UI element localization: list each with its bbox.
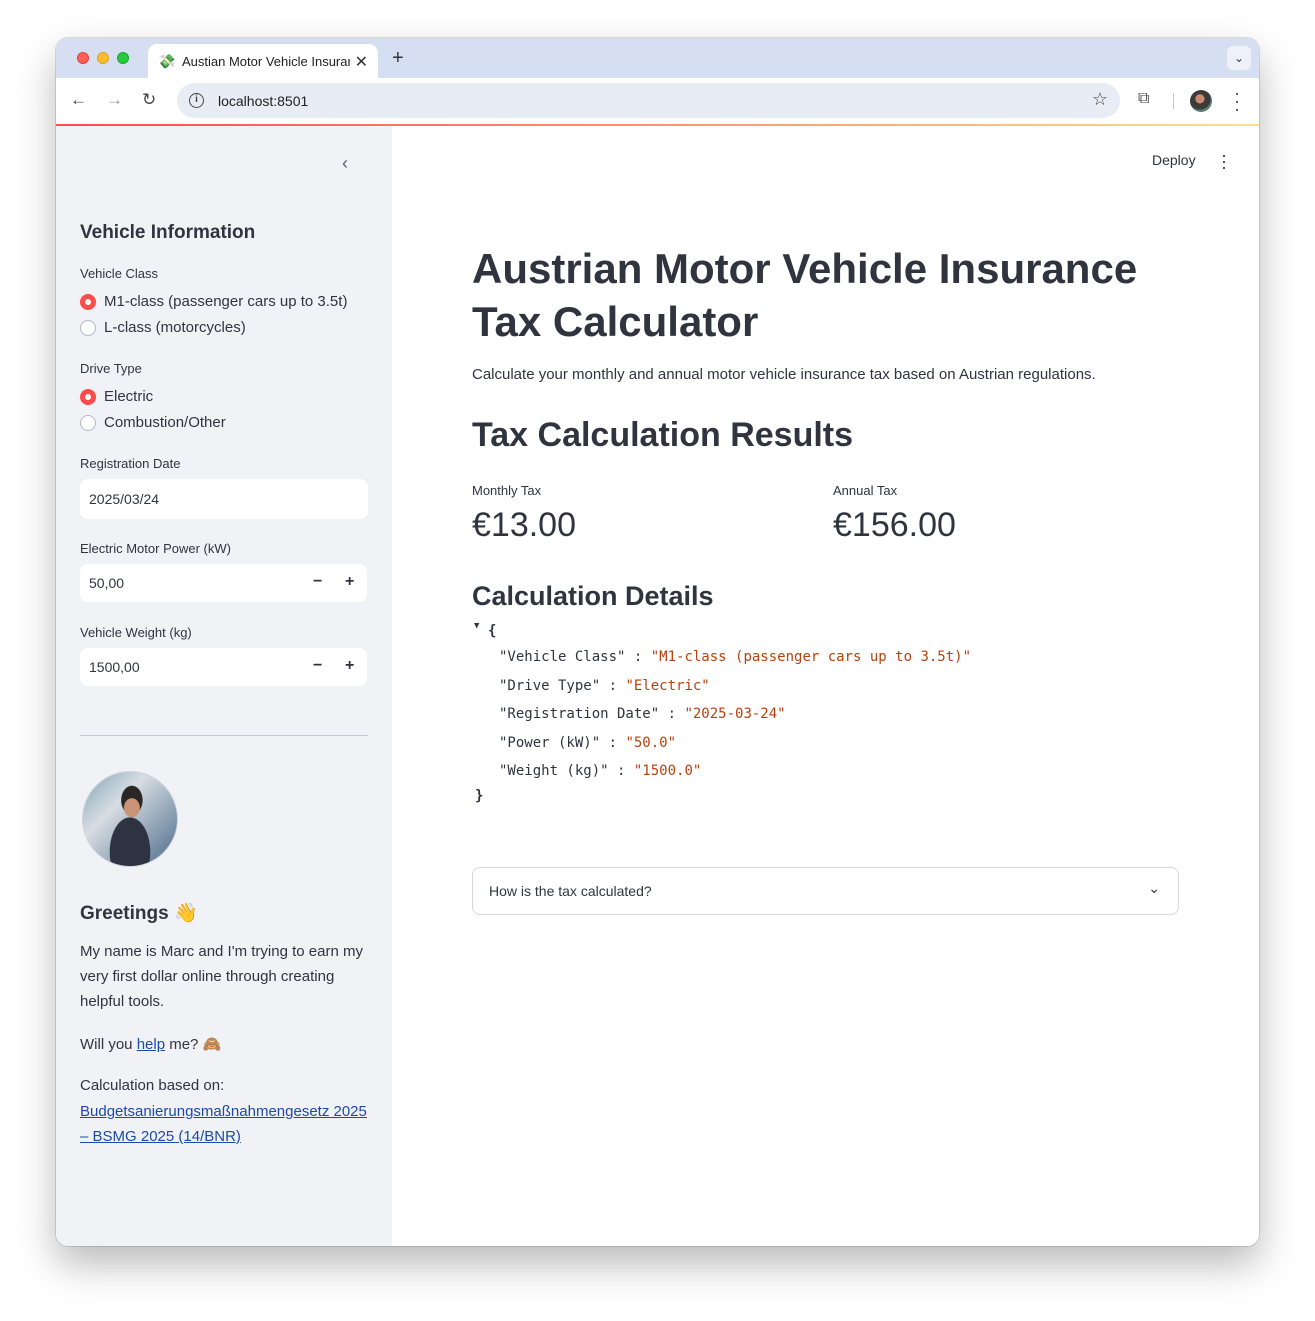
expander-label: How is the tax calculated? <box>489 883 652 899</box>
source-link[interactable]: Budgetsanierungsmaßnahmengesetz 2025 – B… <box>80 1103 367 1145</box>
chevron-down-icon[interactable]: ⌄ <box>1148 880 1160 897</box>
weight-input[interactable]: 1500,00 − + <box>80 648 367 686</box>
browser-window: 💸 Austian Motor Vehicle Insurance ✕ + ⌄ … <box>56 38 1259 1246</box>
vehicle-class-label: Vehicle Class <box>80 266 159 281</box>
page-title: Austrian Motor Vehicle Insurance Tax Cal… <box>472 245 1138 345</box>
greetings-text: My name is Marc and I'm trying to earn m… <box>80 943 363 1010</box>
power-input[interactable]: 50,00 − + <box>80 564 367 602</box>
author-photo <box>82 771 178 867</box>
increment-icon[interactable]: + <box>345 657 354 675</box>
results-heading: Tax Calculation Results <box>472 416 854 454</box>
back-icon[interactable]: ← <box>70 90 87 110</box>
json-row: "Weight (kg)" : "1500.0" <box>499 763 702 779</box>
json-close-brace: } <box>475 788 484 804</box>
json-row: "Power (kW)" : "50.0" <box>499 735 677 751</box>
weight-label: Vehicle Weight (kg) <box>80 625 192 640</box>
browser-menu-icon[interactable]: · · · <box>1232 84 1242 118</box>
increment-icon[interactable]: + <box>345 573 354 591</box>
monthly-tax-label: Monthly Tax <box>472 483 542 498</box>
radio-selected-icon[interactable] <box>80 293 96 310</box>
tab-title: Austian Motor Vehicle Insurance <box>182 53 350 69</box>
collapse-triangle-icon[interactable]: ▼ <box>474 621 479 631</box>
power-value[interactable]: 50,00 <box>89 575 124 591</box>
help-paragraph: Will you help me? 🙈 <box>80 1036 222 1053</box>
sidebar-title: Vehicle Information <box>80 222 256 243</box>
greetings-title: Greetings 👋 <box>80 903 198 924</box>
extensions-icon[interactable]: ⧉ <box>1138 90 1149 108</box>
drive-type-option-electric[interactable]: Electric <box>80 388 153 405</box>
radio-unselected-icon[interactable] <box>80 414 96 431</box>
profile-avatar[interactable] <box>1190 90 1212 112</box>
json-row: "Drive Type" : "Electric" <box>499 678 710 694</box>
radio-unselected-icon[interactable] <box>80 319 96 336</box>
tab-search-chevron-icon[interactable]: ⌄ <box>1227 46 1251 70</box>
registration-date-input[interactable]: 2025/03/24 <box>80 479 368 519</box>
drive-type-label: Drive Type <box>80 361 142 376</box>
maximize-window-button[interactable] <box>117 52 129 64</box>
bookmark-star-icon[interactable]: ☆ <box>1092 89 1108 110</box>
decrement-icon[interactable]: − <box>313 657 322 675</box>
power-label: Electric Motor Power (kW) <box>80 541 231 556</box>
minimize-window-button[interactable] <box>97 52 109 64</box>
browser-toolbar: ← → ↻ i localhost:8501 ☆ ⧉ · · · <box>56 78 1259 124</box>
sidebar-divider <box>80 735 368 736</box>
annual-tax-value: €156.00 <box>833 506 956 544</box>
intro-text: Calculate your monthly and annual motor … <box>472 366 1096 383</box>
reload-icon[interactable]: ↻ <box>142 90 156 110</box>
source-paragraph: Budgetsanierungsmaßnahmengesetz 2025 – B… <box>80 1099 370 1149</box>
tax-explanation-expander[interactable]: How is the tax calculated? ⌄ <box>472 867 1179 915</box>
registration-date-label: Registration Date <box>80 456 181 471</box>
monthly-tax-value: €13.00 <box>472 506 576 544</box>
address-bar[interactable]: i localhost:8501 ☆ <box>177 83 1120 118</box>
details-heading: Calculation Details <box>472 581 714 611</box>
deploy-button[interactable]: Deploy <box>1152 152 1196 168</box>
annual-tax-label: Annual Tax <box>833 483 898 498</box>
tab-strip: 💸 Austian Motor Vehicle Insurance ✕ + ⌄ <box>56 38 1259 78</box>
main-content: Deploy · · · Austrian Motor Vehicle Insura… <box>392 126 1259 1246</box>
site-info-icon[interactable]: i <box>189 93 204 108</box>
vehicle-class-option-m1[interactable]: M1-class (passenger cars up to 3.5t) <box>80 293 347 310</box>
drive-type-option-combustion[interactable]: Combustion/Other <box>80 414 226 431</box>
source-label: Calculation based on: <box>80 1077 225 1094</box>
sidebar: ‹ Vehicle Information Vehicle Class M1-c… <box>56 126 392 1246</box>
url-text[interactable]: localhost:8501 <box>218 93 308 109</box>
json-open-brace: { <box>488 623 497 639</box>
help-link[interactable]: help <box>137 1036 165 1053</box>
radio-selected-icon[interactable] <box>80 388 96 405</box>
new-tab-icon[interactable]: + <box>392 47 404 70</box>
json-row: "Vehicle Class" : "M1-class (passenger c… <box>499 649 972 665</box>
browser-tab[interactable]: 💸 Austian Motor Vehicle Insurance ✕ <box>148 44 378 78</box>
vehicle-class-option-l[interactable]: L-class (motorcycles) <box>80 319 246 336</box>
app-menu-icon[interactable]: · · · <box>1219 146 1229 176</box>
tab-close-icon[interactable]: ✕ <box>355 52 368 72</box>
collapse-sidebar-chevron-icon[interactable]: ‹ <box>342 153 348 174</box>
forward-icon[interactable]: → <box>106 90 123 110</box>
toolbar-divider <box>1173 93 1174 109</box>
json-row: "Registration Date" : "2025-03-24" <box>499 706 786 722</box>
decrement-icon[interactable]: − <box>313 573 322 591</box>
close-window-button[interactable] <box>77 52 89 64</box>
money-icon: 💸 <box>158 52 176 69</box>
weight-value[interactable]: 1500,00 <box>89 659 140 675</box>
